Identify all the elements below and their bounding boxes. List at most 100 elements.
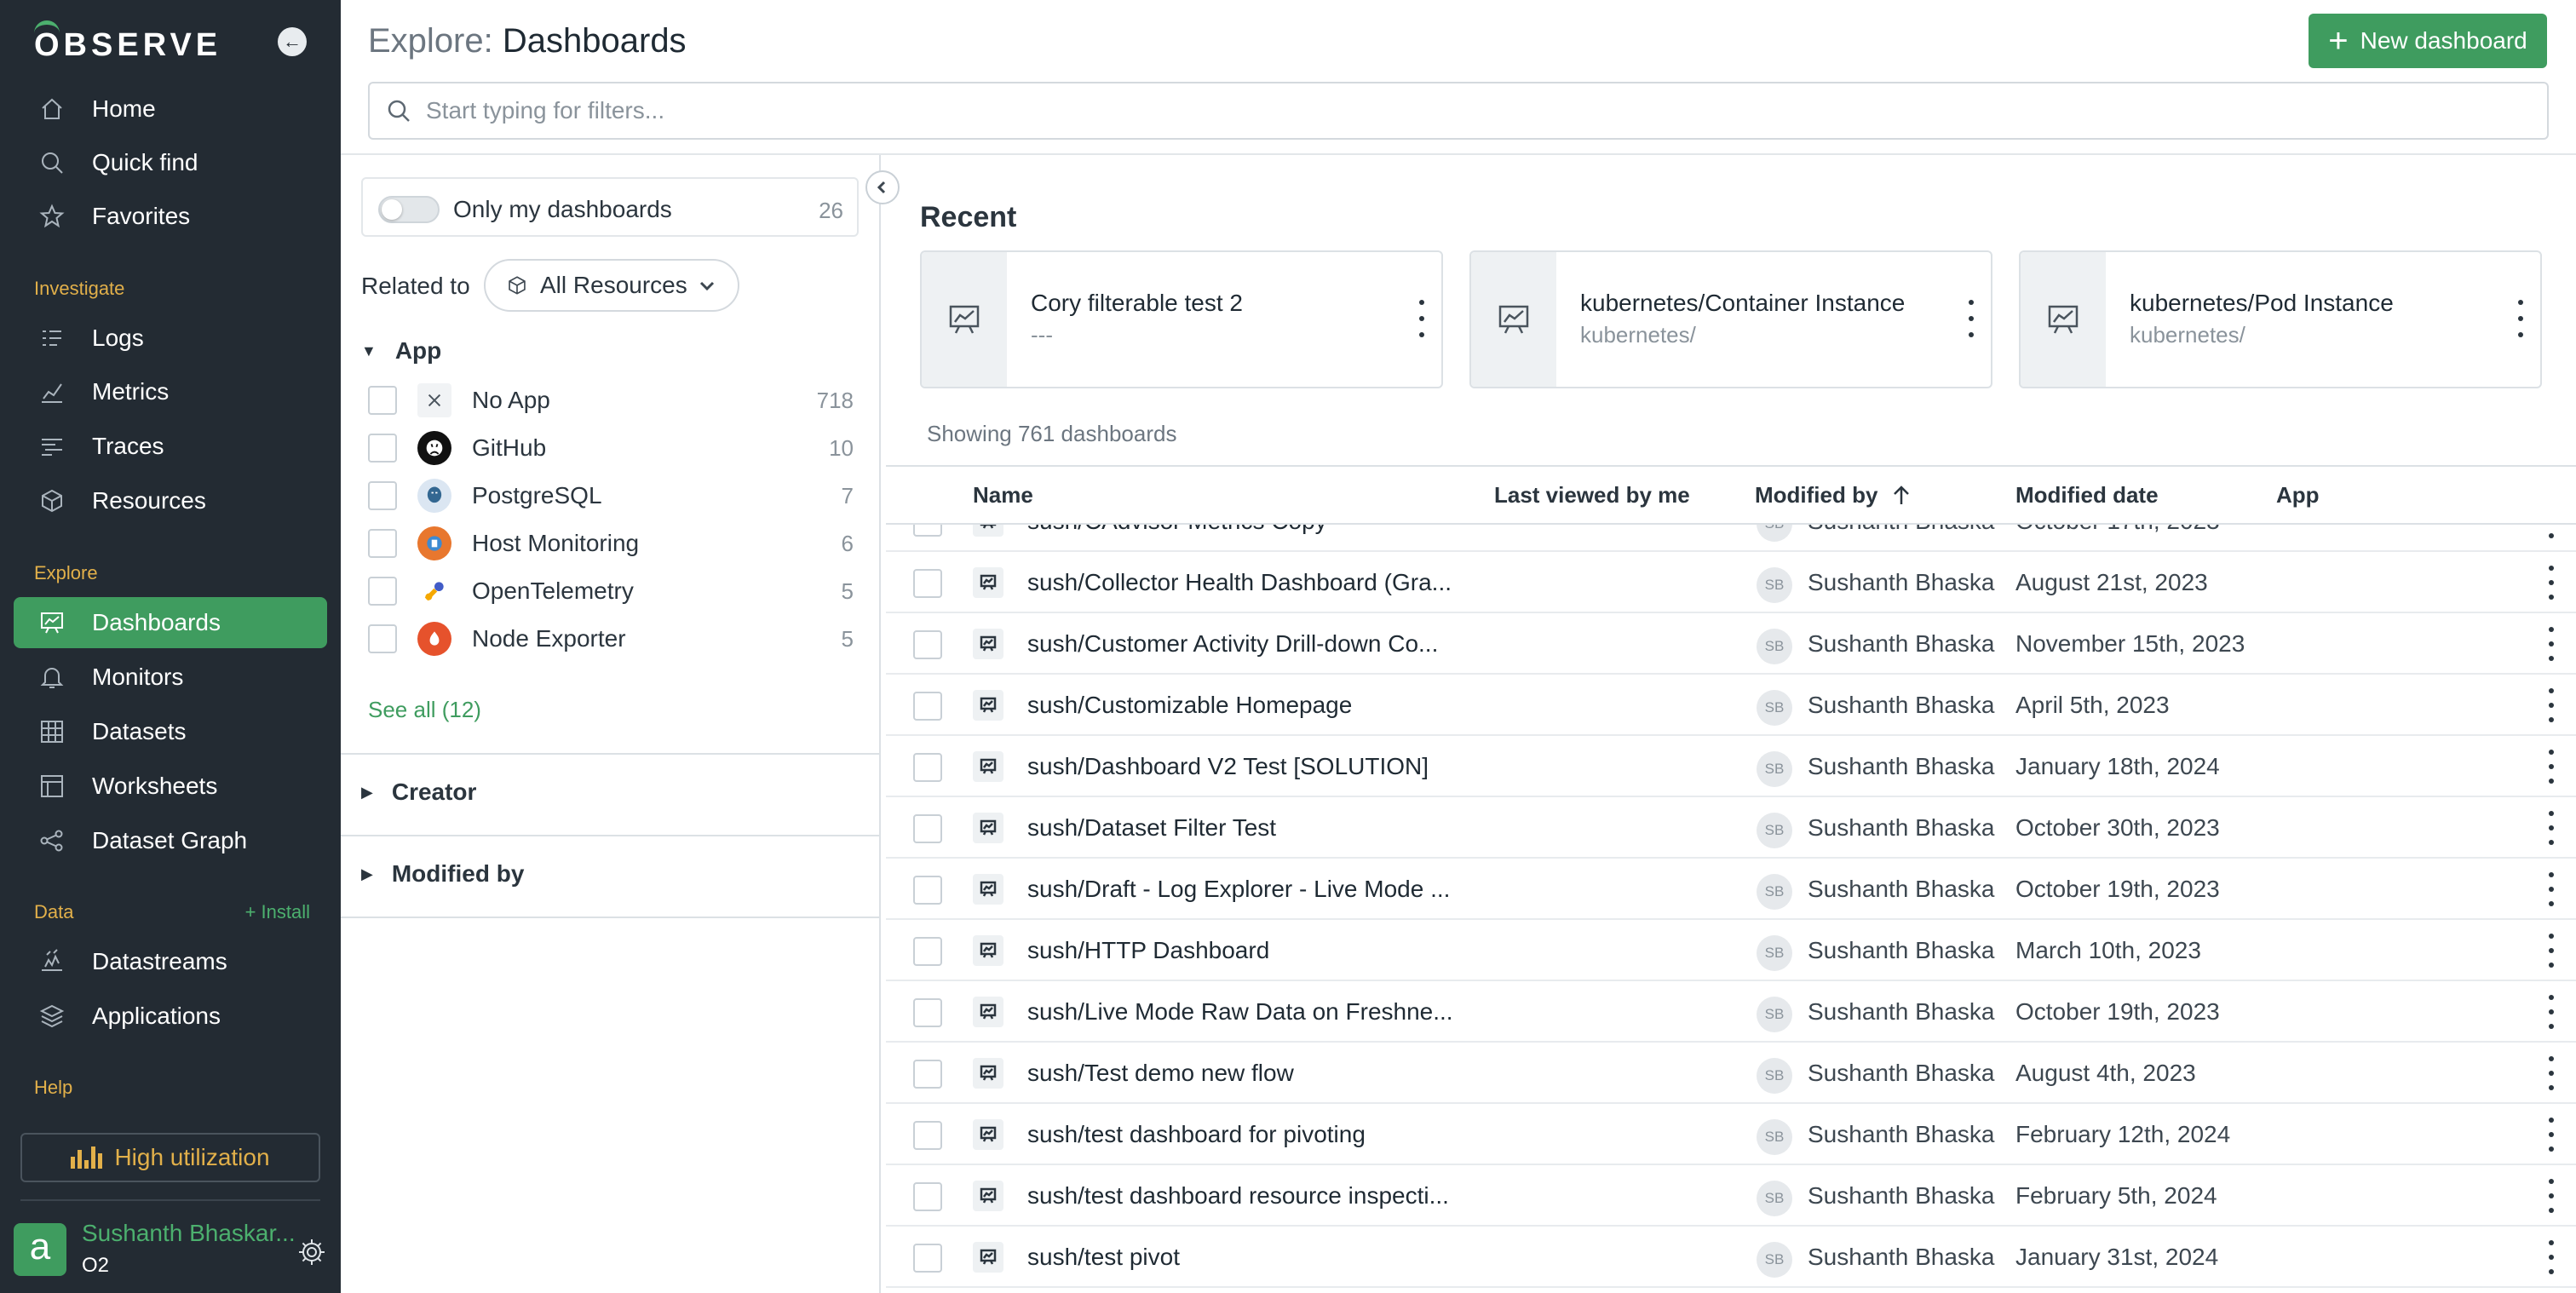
table-row[interactable]: sush/test dashboard for pivoting SB Sush…	[886, 1104, 2576, 1165]
row-checkbox[interactable]	[913, 692, 942, 721]
collapse-filter-panel-button[interactable]	[865, 170, 900, 204]
recent-dashboard-card[interactable]: Cory filterable test 2 ---	[920, 250, 1443, 388]
row-dashboard-name[interactable]: sush/Test demo new flow	[1027, 1060, 1487, 1087]
row-checkbox[interactable]	[913, 525, 942, 537]
sidebar-item-dashboards[interactable]: Dashboards	[14, 597, 327, 648]
facet-creator-header[interactable]: ▶ Creator	[361, 779, 476, 806]
new-dashboard-button[interactable]: + New dashboard	[2309, 14, 2547, 68]
row-dashboard-name[interactable]: sush/test pivot	[1027, 1244, 1487, 1271]
collapse-sidebar-button[interactable]: ←	[278, 27, 307, 56]
app-checkbox[interactable]	[368, 529, 397, 558]
facet-modified-by-header[interactable]: ▶ Modified by	[361, 860, 524, 888]
row-dashboard-name[interactable]: sush/Live Mode Raw Data on Freshne...	[1027, 998, 1487, 1026]
more-options-icon[interactable]	[1967, 300, 1975, 337]
install-link[interactable]: + Install	[245, 901, 310, 923]
column-header-modified-by[interactable]: Modified by	[1755, 482, 1913, 509]
high-utilization-button[interactable]: High utilization	[20, 1133, 320, 1182]
only-my-dashboards-toggle[interactable]	[378, 196, 440, 223]
row-dashboard-name[interactable]: sush/Customizable Homepage	[1027, 692, 1487, 719]
filter-bar[interactable]	[368, 82, 2549, 140]
row-checkbox[interactable]	[913, 1182, 942, 1211]
sidebar-item-traces[interactable]: Traces	[14, 421, 327, 472]
app-filter-row[interactable]: OpenTelemetry 5	[368, 571, 854, 612]
more-options-icon[interactable]	[2547, 995, 2556, 1029]
user-name[interactable]: Sushanth Bhaskar...	[82, 1220, 296, 1247]
row-checkbox[interactable]	[913, 1060, 942, 1089]
sidebar-item-applications[interactable]: Applications	[14, 991, 327, 1042]
table-row[interactable]: sush/Collector Health Dashboard (Gra... …	[886, 552, 2576, 613]
app-checkbox[interactable]	[368, 386, 397, 415]
gear-icon[interactable]	[296, 1237, 327, 1267]
more-options-icon[interactable]	[2547, 1240, 2556, 1274]
app-checkbox[interactable]	[368, 624, 397, 653]
table-row[interactable]: sush/CAdvisor Metrics Copy SB Sushanth B…	[886, 525, 2576, 552]
table-row[interactable]: sush/test dashboard resource inspecti...…	[886, 1165, 2576, 1227]
sidebar-item-resources[interactable]: Resources	[14, 475, 327, 526]
more-options-icon[interactable]	[2516, 300, 2525, 337]
app-filter-row[interactable]: GitHub 10	[368, 428, 854, 468]
sidebar-item-datasets[interactable]: Datasets	[14, 706, 327, 757]
more-options-icon[interactable]	[2547, 750, 2556, 784]
more-options-icon[interactable]	[2547, 688, 2556, 722]
more-options-icon[interactable]	[2547, 1179, 2556, 1213]
table-row[interactable]: sush/Draft - Log Explorer - Live Mode ..…	[886, 859, 2576, 920]
table-row[interactable]: sush/HTTP Dashboard SB Sushanth Bhaska M…	[886, 920, 2576, 981]
all-resources-dropdown[interactable]: All Resources	[484, 259, 739, 312]
row-checkbox[interactable]	[913, 998, 942, 1027]
column-header-name[interactable]: Name	[973, 482, 1033, 509]
more-options-icon[interactable]	[2547, 1056, 2556, 1090]
row-checkbox[interactable]	[913, 814, 942, 843]
app-checkbox[interactable]	[368, 481, 397, 510]
sidebar-item-metrics[interactable]: Metrics	[14, 366, 327, 417]
sidebar-item-monitors[interactable]: Monitors	[14, 652, 327, 703]
row-dashboard-name[interactable]: sush/CAdvisor Metrics Copy	[1027, 525, 1487, 535]
table-row[interactable]: sush/Customizable Homepage SB Sushanth B…	[886, 675, 2576, 736]
sidebar-item-home[interactable]: Home	[14, 83, 327, 135]
table-row[interactable]: sush/Dashboard V2 Test [SOLUTION] SB Sus…	[886, 736, 2576, 797]
table-row[interactable]: sush/Customer Activity Drill-down Co... …	[886, 613, 2576, 675]
sidebar-item-dataset-graph[interactable]: Dataset Graph	[14, 815, 327, 866]
row-checkbox[interactable]	[913, 569, 942, 598]
sidebar-item-datastreams[interactable]: Datastreams	[14, 936, 327, 987]
more-options-icon[interactable]	[2547, 872, 2556, 906]
row-dashboard-name[interactable]: sush/Customer Activity Drill-down Co...	[1027, 630, 1487, 658]
sidebar-item-favorites[interactable]: Favorites	[14, 191, 327, 242]
table-row[interactable]: sush/test pivot SB Sushanth Bhaska Janua…	[886, 1227, 2576, 1288]
table-row[interactable]: sush/Dataset Filter Test SB Sushanth Bha…	[886, 797, 2576, 859]
more-options-icon[interactable]	[2547, 566, 2556, 600]
sidebar-item-logs[interactable]: Logs	[14, 313, 327, 364]
table-row[interactable]: sush/Live Mode Raw Data on Freshne... SB…	[886, 981, 2576, 1043]
row-checkbox[interactable]	[913, 753, 942, 782]
column-header-app[interactable]: App	[2276, 482, 2320, 509]
recent-dashboard-card[interactable]: kubernetes/Container Instance kubernetes…	[1469, 250, 1992, 388]
row-dashboard-name[interactable]: sush/HTTP Dashboard	[1027, 937, 1487, 964]
row-dashboard-name[interactable]: sush/Dataset Filter Test	[1027, 814, 1487, 842]
more-options-icon[interactable]	[2547, 525, 2556, 538]
app-filter-row[interactable]: Host Monitoring 6	[368, 523, 854, 564]
row-checkbox[interactable]	[913, 876, 942, 905]
app-filter-row[interactable]: Node Exporter 5	[368, 618, 854, 659]
user-avatar[interactable]: a	[14, 1223, 66, 1276]
app-filter-row[interactable]: No App 718	[368, 380, 854, 421]
row-checkbox[interactable]	[913, 1244, 942, 1273]
row-dashboard-name[interactable]: sush/test dashboard resource inspecti...	[1027, 1182, 1487, 1210]
filter-input[interactable]	[426, 97, 2470, 124]
see-all-apps-link[interactable]: See all (12)	[368, 697, 481, 723]
more-options-icon[interactable]	[1417, 300, 1426, 337]
row-dashboard-name[interactable]: sush/Collector Health Dashboard (Gra...	[1027, 569, 1487, 596]
observe-logo[interactable]: OBSERVE	[34, 20, 221, 63]
row-checkbox[interactable]	[913, 630, 942, 659]
sidebar-item-quick-find[interactable]: Quick find	[14, 137, 327, 188]
column-header-modified-date[interactable]: Modified date	[2015, 482, 2159, 509]
app-checkbox[interactable]	[368, 434, 397, 463]
column-header-last-viewed[interactable]: Last viewed by me	[1494, 482, 1690, 509]
more-options-icon[interactable]	[2547, 627, 2556, 661]
row-dashboard-name[interactable]: sush/Draft - Log Explorer - Live Mode ..…	[1027, 876, 1487, 903]
row-checkbox[interactable]	[913, 1121, 942, 1150]
facet-app-header[interactable]: ▼ App	[361, 337, 441, 365]
more-options-icon[interactable]	[2547, 811, 2556, 845]
row-dashboard-name[interactable]: sush/test dashboard for pivoting	[1027, 1121, 1487, 1148]
recent-dashboard-card[interactable]: kubernetes/Pod Instance kubernetes/	[2019, 250, 2542, 388]
row-checkbox[interactable]	[913, 937, 942, 966]
table-row[interactable]: sush/Test demo new flow SB Sushanth Bhas…	[886, 1043, 2576, 1104]
